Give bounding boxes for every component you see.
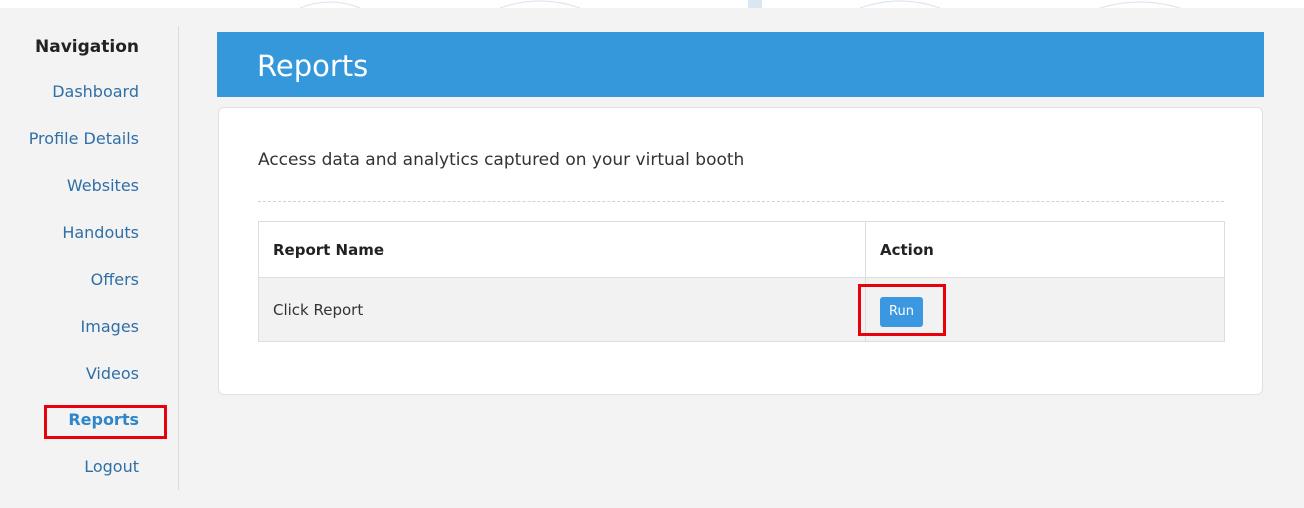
sidebar-navigation: Navigation Dashboard Profile Details Web… [0,26,179,490]
divider [258,201,1224,202]
top-decorative-band [0,0,1304,8]
page-title: Reports [257,49,369,83]
table-header-row: Report Name Action [258,221,1225,278]
table-row: Click Report Run [258,277,1225,342]
page-header: Reports [217,32,1264,97]
sidebar-item-videos[interactable]: Videos [86,364,139,384]
report-action-cell: Run [865,277,1225,342]
column-header-action: Action [865,221,1225,278]
sidebar-item-images[interactable]: Images [81,317,139,337]
background-pattern [299,0,1181,8]
navigation-heading: Navigation [35,37,139,57]
sidebar-item-handouts[interactable]: Handouts [62,223,139,243]
reports-card: Access data and analytics captured on yo… [218,107,1263,395]
sidebar-item-offers[interactable]: Offers [91,270,139,290]
sidebar-item-websites[interactable]: Websites [67,176,139,196]
column-header-report-name: Report Name [258,221,866,278]
reports-table: Report Name Action Click Report Run [258,221,1225,342]
sidebar-item-reports[interactable]: Reports [68,410,139,430]
sidebar-item-logout[interactable]: Logout [84,457,139,477]
report-name-cell: Click Report [258,277,866,342]
sidebar-item-dashboard[interactable]: Dashboard [52,82,139,102]
reports-description: Access data and analytics captured on yo… [258,150,745,170]
run-button[interactable]: Run [880,296,923,327]
sidebar-item-profile-details[interactable]: Profile Details [29,129,139,149]
